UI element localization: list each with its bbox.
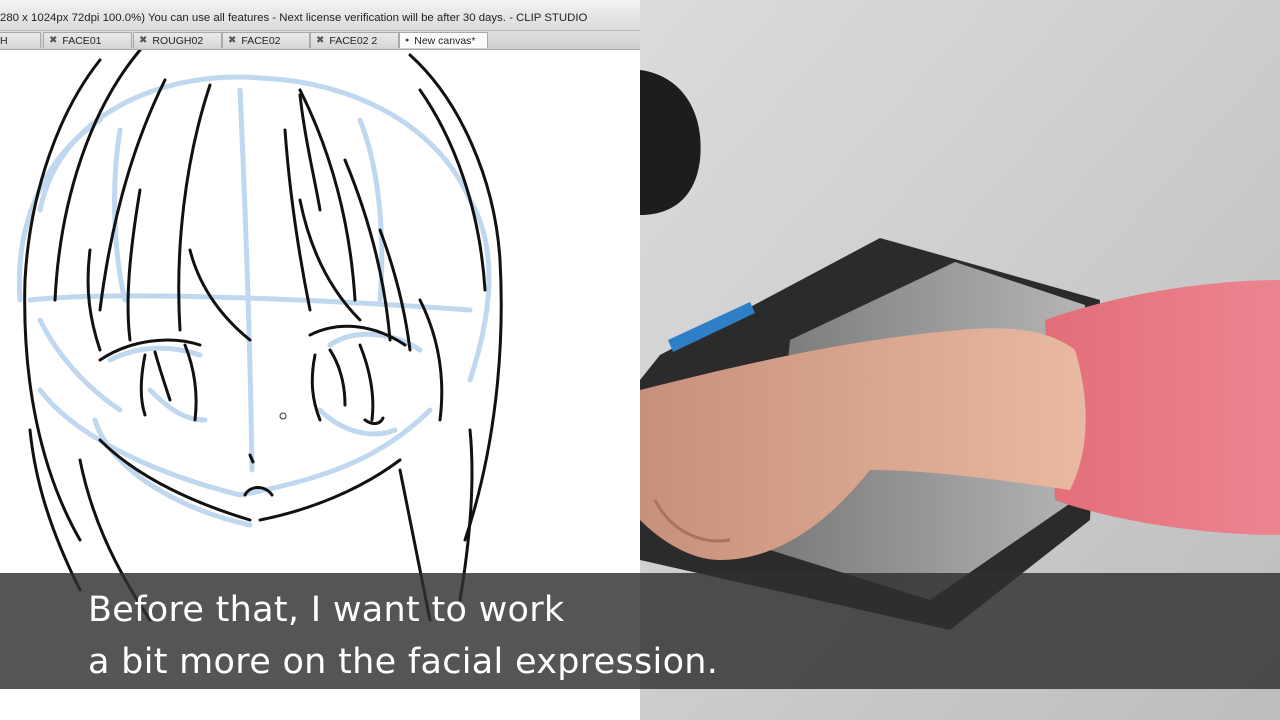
tab-label: New canvas*: [414, 34, 476, 47]
tab-face02[interactable]: ✖ FACE02: [222, 32, 310, 48]
tab-new-canvas[interactable]: ● New canvas*: [399, 32, 488, 48]
tab-label: ROUGH02: [152, 34, 204, 47]
close-icon[interactable]: ✖: [316, 35, 324, 46]
close-icon[interactable]: ✖: [49, 35, 57, 46]
tab-face02-2[interactable]: ✖ FACE02 2: [310, 32, 399, 48]
document-tab-bar: H ✖ FACE01 ✖ ROUGH02 ✖ FACE02 ✖ FACE02 2…: [0, 31, 640, 50]
window-title: 280 x 1024px 72dpi 100.0%) You can use a…: [0, 12, 588, 24]
subtitle-line-1: Before that, I want to work: [88, 590, 565, 630]
subtitle-band-right: [640, 573, 1280, 689]
tab-label: FACE01: [62, 34, 102, 47]
tab-label: FACE02: [241, 34, 281, 47]
close-icon[interactable]: ✖: [228, 35, 236, 46]
subtitle-line-2: a bit more on the facial expression.: [88, 642, 719, 682]
title-bar: 280 x 1024px 72dpi 100.0%) You can use a…: [0, 0, 640, 31]
tab-label: H: [0, 34, 8, 47]
close-icon[interactable]: ✖: [139, 35, 147, 46]
tab-label: FACE02 2: [329, 34, 378, 47]
tab-h[interactable]: H: [0, 32, 41, 48]
brush-cursor-icon: [279, 412, 287, 420]
tab-rough02[interactable]: ✖ ROUGH02: [133, 32, 222, 48]
modified-dot-icon[interactable]: ●: [405, 37, 409, 44]
subtitle-caption: Before that, I want to work a bit more o…: [88, 584, 718, 688]
tab-face01[interactable]: ✖ FACE01: [43, 32, 132, 48]
